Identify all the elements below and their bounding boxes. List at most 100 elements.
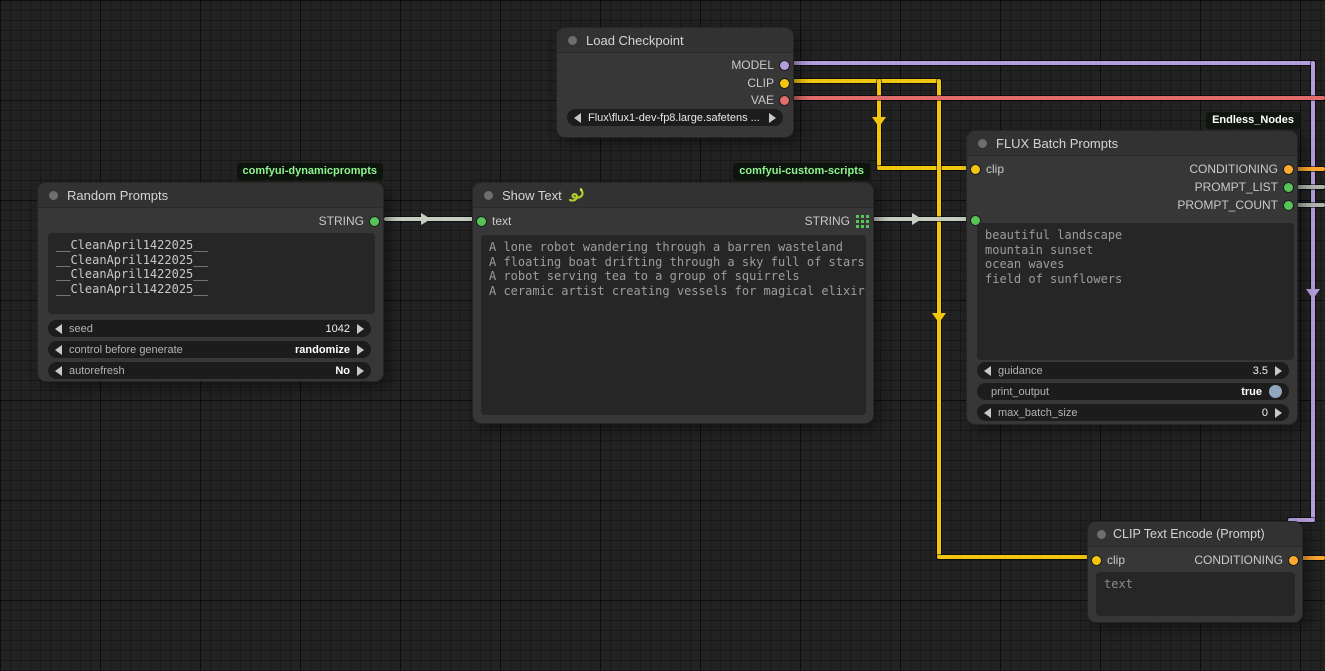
clip-slot-icon[interactable] [971, 165, 980, 174]
increment-icon[interactable] [1275, 408, 1282, 418]
node-flux-batch-prompts[interactable]: FLUX Batch Prompts clip CONDITIONING PRO… [967, 131, 1297, 424]
node-header[interactable]: Show Text [473, 183, 873, 208]
combo-prev-icon[interactable] [574, 113, 581, 123]
node-pack-badge: comfyui-custom-scripts [733, 163, 870, 180]
string-slot-icon[interactable] [1284, 183, 1293, 192]
combo-next-icon[interactable] [769, 113, 776, 123]
node-title: CLIP Text Encode (Prompt) [1113, 527, 1265, 541]
prompts-textarea[interactable]: __CleanApril1422025__ __CleanApril142202… [48, 233, 375, 314]
node-header[interactable]: FLUX Batch Prompts [967, 131, 1297, 156]
comfyui-canvas[interactable]: { "colors": { "model_link": "#b39ddb", "… [0, 0, 1325, 671]
decrement-icon[interactable] [55, 324, 62, 334]
link-prompt-list [1294, 185, 1325, 189]
link-conditioning [1294, 167, 1325, 171]
node-clip-text-encode[interactable]: CLIP Text Encode (Prompt) clip CONDITION… [1088, 522, 1302, 622]
prompt-textarea[interactable]: text [1096, 572, 1295, 616]
link-clip-arrow-icon [932, 313, 946, 323]
widget-label: control before generate [69, 344, 288, 356]
clip-slot-icon[interactable] [1092, 556, 1101, 565]
node-title: FLUX Batch Prompts [996, 136, 1118, 151]
slot-label: PROMPT_LIST [1195, 180, 1278, 194]
slot-label: CONDITIONING [1194, 553, 1283, 567]
model-slot-icon[interactable] [780, 61, 789, 70]
shown-text-area[interactable]: A lone robot wandering through a barren … [481, 235, 866, 415]
link-string-showtext-to-flux [872, 217, 972, 221]
link-conditioning-2 [1299, 556, 1325, 560]
widget-label: autorefresh [69, 365, 328, 377]
string-slot-icon[interactable] [477, 217, 486, 226]
output-slot-prompt-list[interactable]: PROMPT_LIST [1195, 179, 1297, 195]
slot-label: CONDITIONING [1189, 162, 1278, 176]
combo-value: Flux\flux1-dev-fp8.large.safetens ... [588, 112, 762, 124]
slot-label: CLIP [747, 76, 774, 90]
conditioning-slot-icon[interactable] [1289, 556, 1298, 565]
output-slot-string[interactable]: STRING [805, 213, 873, 229]
decrement-icon[interactable] [55, 345, 62, 355]
autorefresh-widget[interactable]: autorefresh No [48, 362, 371, 379]
link-model [793, 61, 1313, 65]
widget-value: No [335, 365, 350, 377]
list-output-grid-icon[interactable] [856, 215, 869, 228]
output-slot-model[interactable]: MODEL [731, 57, 793, 73]
ckpt-name-combo[interactable]: Flux\flux1-dev-fp8.large.safetens ... [567, 109, 783, 126]
collapse-dot-icon[interactable] [568, 36, 577, 45]
input-slot-clip[interactable]: clip [967, 161, 1004, 177]
batch-prompts-textarea[interactable]: beautiful landscape mountain sunset ocea… [977, 223, 1294, 360]
node-pack-badge: comfyui-dynamicprompts [237, 163, 383, 180]
node-pack-badge: Endless_Nodes [1206, 112, 1300, 129]
input-slot-clip[interactable]: clip [1088, 552, 1125, 568]
collapse-dot-icon[interactable] [49, 191, 58, 200]
increment-icon[interactable] [1275, 366, 1282, 376]
seed-widget[interactable]: seed 1042 [48, 320, 371, 337]
max-batch-size-widget[interactable]: max_batch_size 0 [977, 404, 1289, 421]
output-slot-prompt-count[interactable]: PROMPT_COUNT [1177, 197, 1297, 213]
output-slot-conditioning[interactable]: CONDITIONING [1194, 552, 1302, 568]
output-slot-vae[interactable]: VAE [751, 92, 793, 108]
link-clip-arrow-icon [872, 117, 886, 127]
node-random-prompts[interactable]: Random Prompts STRING __CleanApril142202… [38, 183, 383, 381]
node-title-text: Show Text [502, 188, 562, 203]
decrement-icon[interactable] [984, 408, 991, 418]
node-header[interactable]: Load Checkpoint [557, 28, 793, 53]
widget-value: randomize [295, 344, 350, 356]
guidance-widget[interactable]: guidance 3.5 [977, 362, 1289, 379]
increment-icon[interactable] [357, 345, 364, 355]
input-slot-text[interactable]: text [473, 213, 511, 229]
toggle-icon[interactable] [1269, 385, 1282, 398]
link-clip [937, 555, 1092, 559]
print-output-toggle[interactable]: print_output true [977, 383, 1289, 400]
slot-label: STRING [319, 214, 364, 228]
increment-icon[interactable] [357, 324, 364, 334]
slot-label: MODEL [731, 58, 774, 72]
slot-label: VAE [751, 93, 774, 107]
node-header[interactable]: CLIP Text Encode (Prompt) [1088, 522, 1302, 547]
conditioning-slot-icon[interactable] [1284, 165, 1293, 174]
clip-slot-icon[interactable] [780, 79, 789, 88]
link-clip [877, 166, 971, 170]
widget-label: guidance [998, 365, 1246, 377]
node-header[interactable]: Random Prompts [38, 183, 383, 208]
output-slot-clip[interactable]: CLIP [747, 75, 793, 91]
collapse-dot-icon[interactable] [484, 191, 493, 200]
vae-slot-icon[interactable] [780, 96, 789, 105]
node-title: Show Text [502, 188, 584, 203]
node-load-checkpoint[interactable]: Load Checkpoint MODEL CLIP VAE Flux\flux… [557, 28, 793, 137]
slot-label: text [492, 214, 511, 228]
widget-label: max_batch_size [998, 407, 1255, 419]
node-title: Load Checkpoint [586, 33, 684, 48]
slot-label: clip [986, 162, 1004, 176]
increment-icon[interactable] [357, 366, 364, 376]
collapse-dot-icon[interactable] [1097, 530, 1106, 539]
output-slot-conditioning[interactable]: CONDITIONING [1189, 161, 1297, 177]
control-before-generate-widget[interactable]: control before generate randomize [48, 341, 371, 358]
node-show-text[interactable]: Show Text text STRING A lone robot wande… [473, 183, 873, 423]
decrement-icon[interactable] [984, 366, 991, 376]
string-slot-icon[interactable] [1284, 201, 1293, 210]
output-slot-string[interactable]: STRING [319, 213, 383, 229]
link-string-arrow-icon [421, 213, 431, 225]
collapse-dot-icon[interactable] [978, 139, 987, 148]
string-slot-icon[interactable] [370, 217, 379, 226]
decrement-icon[interactable] [55, 366, 62, 376]
slot-label: STRING [805, 214, 850, 228]
python-snake-icon [568, 188, 584, 202]
